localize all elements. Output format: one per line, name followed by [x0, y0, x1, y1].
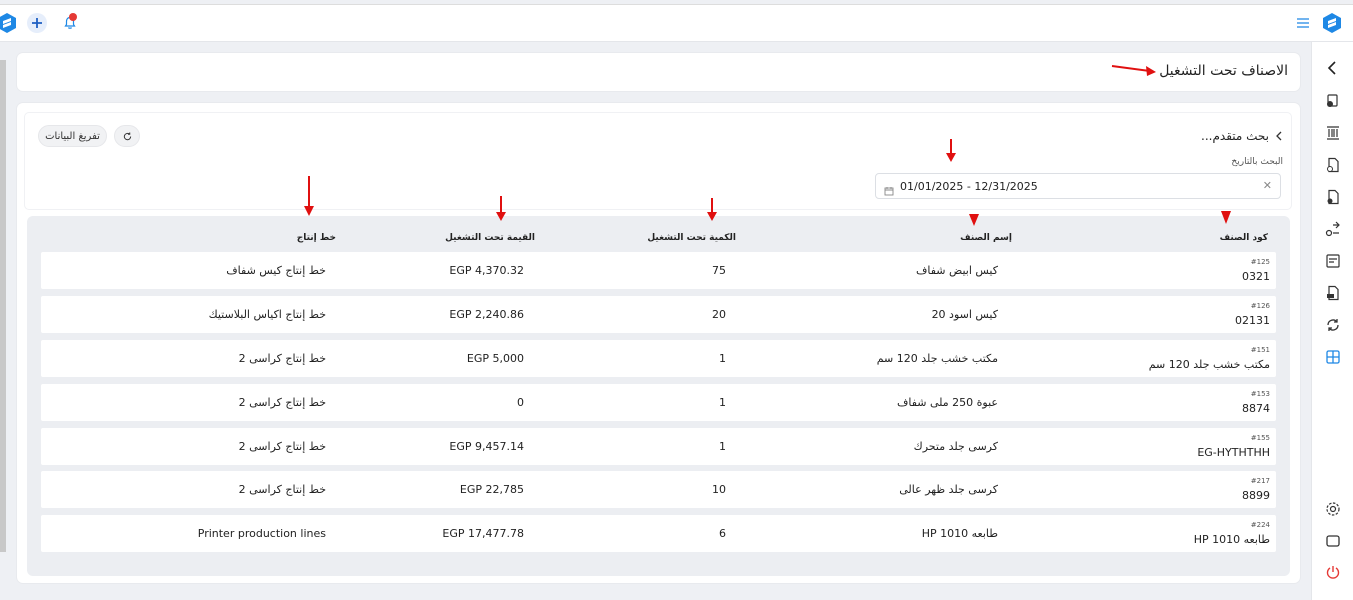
table-row[interactable]: #155 EG-HYTHTHH كرسى جلد متحرك 1 EGP 9,457.1… — [41, 428, 1276, 465]
item-name: كيس اسود 20 — [931, 308, 998, 321]
item-qty: 75 — [712, 264, 726, 277]
date-filter-label: البحث بالتاريخ — [1231, 157, 1283, 167]
item-code: 02131 — [1235, 314, 1270, 327]
item-line: خط إنتاج كراسى 2 — [238, 483, 326, 496]
barcode-icon[interactable] — [1324, 124, 1342, 142]
item-id: #151 — [1250, 346, 1270, 354]
calendar-icon — [884, 181, 894, 200]
filter-panel: تفريغ البيانات بحث متقدم... البحث بالتار… — [25, 113, 1291, 209]
item-code: 0321 — [1242, 270, 1270, 283]
item-id: #125 — [1250, 258, 1270, 266]
item-id: #126 — [1250, 302, 1270, 310]
item-value: 0 — [517, 396, 524, 409]
item-qty: 1 — [719, 352, 726, 365]
item-value: EGP 9,457.14 — [449, 440, 524, 453]
refresh-button[interactable] — [114, 125, 140, 147]
item-line: خط إنتاج كيس شفاف — [226, 264, 326, 277]
window-icon[interactable] — [1324, 532, 1342, 550]
advanced-search-label: بحث متقدم... — [1201, 129, 1269, 143]
advanced-search-toggle[interactable]: بحث متقدم... — [1201, 129, 1283, 143]
item-code: EG-HYTHTHH — [1197, 446, 1270, 459]
item-code: مكتب خشب جلد 120 سم — [1148, 358, 1270, 371]
right-sidebar — [1311, 42, 1353, 600]
notifications-button[interactable] — [60, 13, 80, 33]
item-line: خط إنتاج كراسى 2 — [238, 440, 326, 453]
items-table: كود الصنف إسم الصنف الكمية تحت التشغيل ا… — [27, 216, 1290, 576]
main-card: تفريغ البيانات بحث متقدم... البحث بالتار… — [17, 103, 1300, 583]
table-row[interactable]: #125 0321 كيس ابيض شفاف 75 EGP 4,370.32 خط إن… — [41, 252, 1276, 289]
left-scrollbar[interactable] — [0, 60, 6, 552]
table-row[interactable]: #151 مكتب خشب جلد 120 سم مكتب خشب جلد 120 … — [41, 340, 1276, 377]
item-qty: 20 — [712, 308, 726, 321]
item-name: طابعه HP 1010 — [921, 527, 998, 540]
item-name: كيس ابيض شفاف — [915, 264, 998, 277]
table-header: كود الصنف إسم الصنف الكمية تحت التشغيل ا… — [27, 216, 1290, 250]
chevron-left-icon — [1276, 131, 1282, 141]
item-name: كرسى جلد ظهر عالى — [899, 483, 998, 496]
date-range-value: 01/01/2025 - 12/31/2025 — [900, 180, 1038, 193]
item-value: EGP 5,000 — [466, 352, 524, 365]
layout-icon[interactable] — [1324, 348, 1342, 366]
header-name[interactable]: إسم الصنف — [960, 233, 1012, 243]
menu-icon — [1297, 18, 1309, 28]
item-code: طابعه HP 1010 — [1193, 533, 1270, 546]
power-icon[interactable] — [1324, 563, 1342, 581]
title-card: الاصناف تحت التشغيل — [17, 53, 1300, 91]
table-row[interactable]: #217 8899 كرسى جلد ظهر عالى 10 EGP 22,785 خط … — [41, 471, 1276, 508]
item-id: #224 — [1250, 521, 1270, 529]
header-qty[interactable]: الكمية تحت التشغيل — [647, 233, 736, 243]
clear-date-icon[interactable]: ✕ — [1263, 179, 1272, 192]
item-line: خط إنتاج كراسى 2 — [238, 352, 326, 365]
header-value[interactable]: القيمة تحت التشغيل — [445, 233, 535, 243]
logo-icon[interactable] — [0, 12, 18, 34]
item-line: خط إنتاج اكياس البلاستيك — [208, 308, 326, 321]
sync-icon[interactable] — [1324, 316, 1342, 334]
table-row[interactable]: #153 8874 عبوة 250 ملى شفاف 1 0 خط إنتاج كراس… — [41, 384, 1276, 421]
transfer-icon[interactable] — [1324, 220, 1342, 238]
item-id: #217 — [1250, 477, 1270, 485]
invoice-icon[interactable] — [1324, 252, 1342, 270]
item-qty: 1 — [719, 396, 726, 409]
item-code: 8899 — [1242, 489, 1270, 502]
item-line: Printer production lines — [197, 527, 326, 540]
item-name: عبوة 250 ملى شفاف — [896, 396, 998, 409]
add-button[interactable] — [27, 13, 47, 33]
product-icon[interactable] — [1324, 92, 1342, 110]
item-name: مكتب خشب جلد 120 سم — [876, 352, 998, 365]
item-id: #155 — [1250, 434, 1270, 442]
clear-data-button[interactable]: تفريغ البيانات — [38, 125, 107, 147]
item-id: #153 — [1250, 390, 1270, 398]
document-check-icon[interactable] — [1324, 188, 1342, 206]
item-value: EGP 4,370.32 — [449, 264, 524, 277]
item-name: كرسى جلد متحرك — [913, 440, 998, 453]
page-title: الاصناف تحت التشغيل — [1159, 63, 1288, 79]
item-value: EGP 2,240.86 — [449, 308, 524, 321]
date-range-input[interactable]: 01/01/2025 - 12/31/2025 ✕ — [875, 173, 1281, 199]
notification-badge — [69, 13, 77, 21]
menu-button[interactable] — [1296, 16, 1310, 30]
top-bar — [0, 4, 1353, 42]
item-qty: 6 — [719, 527, 726, 540]
plus-icon — [32, 18, 42, 28]
table-row[interactable]: #224 طابعه HP 1010 طابعه HP 1010 6 EGP 17,47… — [41, 515, 1276, 552]
gear-icon[interactable] — [1324, 500, 1342, 518]
item-value: EGP 22,785 — [459, 483, 524, 496]
truck-document-icon[interactable] — [1324, 284, 1342, 302]
header-line[interactable]: خط إنتاج — [297, 233, 336, 243]
logo-icon[interactable] — [1321, 12, 1343, 34]
item-value: EGP 17,477.78 — [442, 527, 524, 540]
table-row[interactable]: #126 02131 كيس اسود 20 20 EGP 2,240.86 خط إنت… — [41, 296, 1276, 333]
header-code[interactable]: كود الصنف — [1220, 233, 1268, 243]
item-qty: 10 — [712, 483, 726, 496]
item-qty: 1 — [719, 440, 726, 453]
item-line: خط إنتاج كراسى 2 — [238, 396, 326, 409]
chevron-left-icon[interactable] — [1324, 59, 1342, 77]
refresh-icon — [123, 131, 131, 140]
document-icon[interactable] — [1324, 156, 1342, 174]
item-code: 8874 — [1242, 402, 1270, 415]
